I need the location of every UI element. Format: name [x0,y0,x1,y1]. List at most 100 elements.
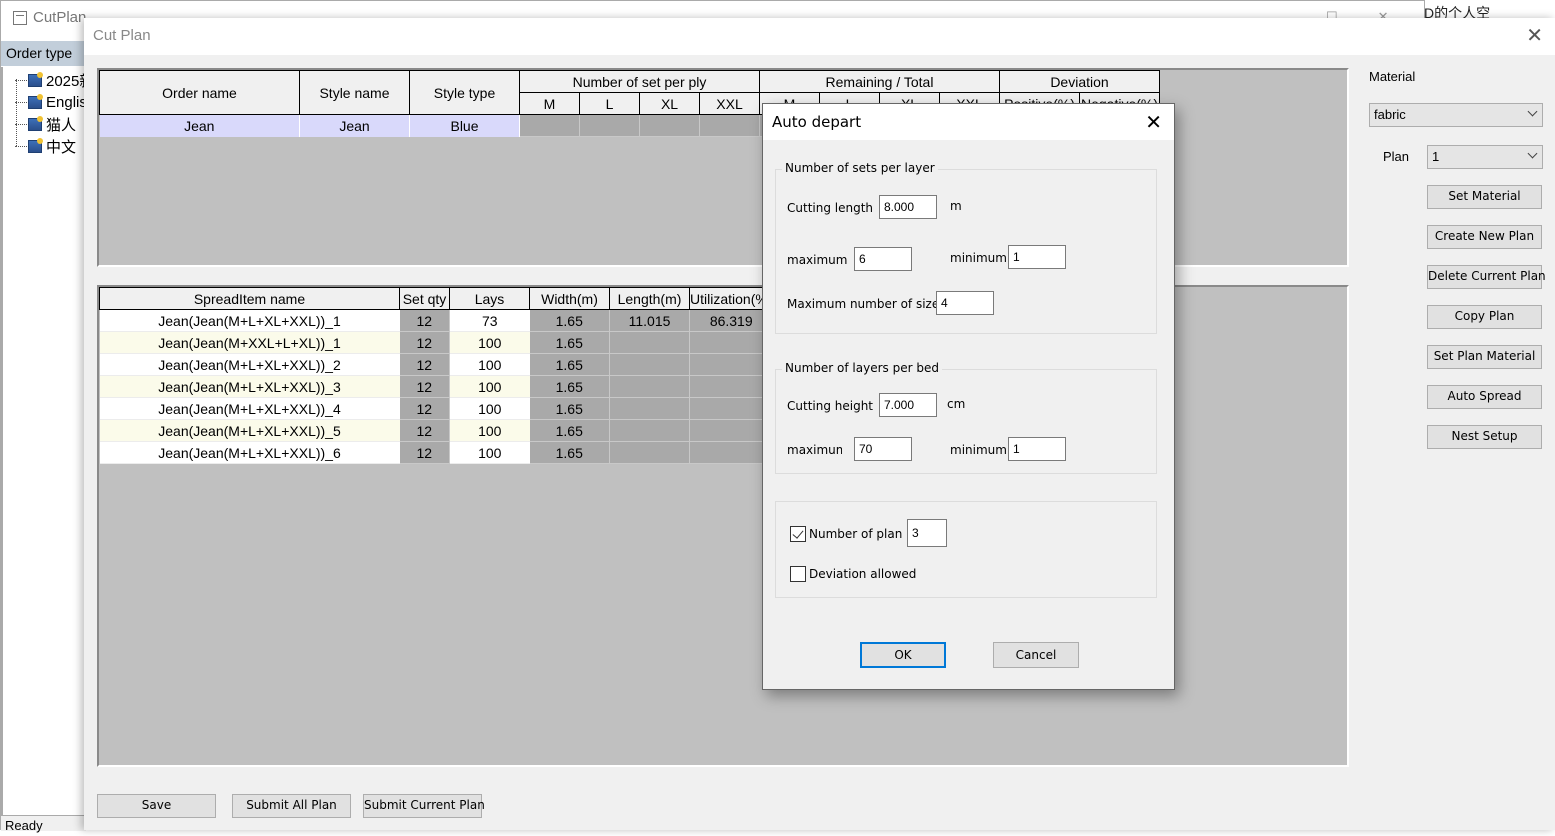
set-qty-cell[interactable]: 12 [399,441,450,464]
column-header[interactable]: Width(m) [529,287,610,310]
lays-cell[interactable]: 100 [449,397,530,420]
width-cell[interactable]: 1.65 [529,331,610,354]
layers-minimum-input[interactable] [1008,437,1066,461]
width-cell[interactable]: 1.65 [529,375,610,398]
width-cell[interactable]: 1.65 [529,353,610,376]
size-cell[interactable] [639,114,700,137]
utilization-cell[interactable] [689,397,774,420]
lays-cell[interactable]: 100 [449,375,530,398]
set-qty-cell[interactable]: 12 [399,331,450,354]
size-header[interactable]: M [519,92,580,115]
lays-cell[interactable]: 100 [449,419,530,442]
cutting-length-input[interactable] [879,195,937,219]
copy-plan-button[interactable]: Copy Plan [1427,305,1542,329]
size-cell[interactable] [699,114,760,137]
table-row[interactable]: Jean(Jean(M+L+XL+XXL))_6 12 100 1.65 [99,441,774,464]
column-header[interactable]: Set qty [399,287,450,310]
delete-current-plan-button[interactable]: Delete Current Plan [1427,265,1546,289]
cutting-height-input[interactable] [879,393,937,417]
set-plan-material-button[interactable]: Set Plan Material [1427,345,1542,369]
material-select[interactable]: fabric [1369,103,1543,127]
column-header[interactable]: Style name [299,70,410,115]
spread-name-cell[interactable]: Jean(Jean(M+L+XL+XXL))_3 [99,375,400,398]
utilization-cell[interactable]: 86.319 [689,309,774,332]
nest-setup-button[interactable]: Nest Setup [1427,425,1542,449]
plan-select[interactable]: 1 [1427,145,1543,169]
lays-cell[interactable]: 100 [449,353,530,376]
order-name-cell[interactable]: Jean [99,114,300,137]
column-header[interactable]: Number of set per ply [519,70,760,93]
spread-name-cell[interactable]: Jean(Jean(M+L+XL+XXL))_2 [99,353,400,376]
length-cell[interactable] [609,353,690,376]
set-qty-cell[interactable]: 12 [399,397,450,420]
utilization-cell[interactable] [689,353,774,376]
width-cell[interactable]: 1.65 [529,397,610,420]
column-header[interactable]: SpreadItem name [99,287,400,310]
style-name-cell[interactable]: Jean [299,114,410,137]
width-cell[interactable]: 1.65 [529,441,610,464]
tree-item[interactable]: 猫人 [15,114,76,134]
width-cell[interactable]: 1.65 [529,419,610,442]
table-row[interactable]: Jean(Jean(M+L+XL+XXL))_4 12 100 1.65 [99,397,774,420]
ok-button[interactable]: OK [860,642,946,668]
create-new-plan-button[interactable]: Create New Plan [1427,225,1542,249]
set-material-button[interactable]: Set Material [1427,185,1542,209]
submit-current-plan-button[interactable]: Submit Current Plan [363,794,485,818]
deviation-allowed-checkbox[interactable] [790,566,806,582]
utilization-cell[interactable] [689,331,774,354]
width-cell[interactable]: 1.65 [529,309,610,332]
table-row[interactable]: Jean(Jean(M+L+XL+XXL))_5 12 100 1.65 [99,419,774,442]
cancel-button[interactable]: Cancel [993,642,1079,668]
table-row[interactable]: Jean(Jean(M+L+XL+XXL))_3 12 100 1.65 [99,375,774,398]
sets-maximum-input[interactable] [854,247,912,271]
tree-item[interactable]: 2025新 [15,70,94,90]
close-icon[interactable]: ✕ [1526,26,1543,46]
size-header[interactable]: XXL [699,92,760,115]
lays-cell[interactable]: 100 [449,441,530,464]
utilization-cell[interactable] [689,419,774,442]
column-header[interactable]: Lays [449,287,530,310]
sets-minimum-input[interactable] [1008,245,1066,269]
set-qty-cell[interactable]: 12 [399,419,450,442]
lays-cell[interactable]: 100 [449,331,530,354]
utilization-cell[interactable] [689,375,774,398]
spread-name-cell[interactable]: Jean(Jean(M+L+XL+XXL))_5 [99,419,400,442]
submit-all-plan-button[interactable]: Submit All Plan [232,794,351,818]
length-cell[interactable] [609,419,690,442]
style-type-cell[interactable]: Blue [409,114,520,137]
column-header[interactable]: Order name [99,70,300,115]
number-of-plan-checkbox[interactable] [790,526,806,542]
column-header[interactable]: Remaining / Total [759,70,1000,93]
spread-name-cell[interactable]: Jean(Jean(M+L+XL+XXL))_6 [99,441,400,464]
layers-maximum-input[interactable] [854,437,912,461]
size-header[interactable]: XL [639,92,700,115]
auto-spread-button[interactable]: Auto Spread [1427,385,1542,409]
length-cell[interactable] [609,375,690,398]
table-row[interactable]: Jean(Jean(M+XXL+L+XL))_1 12 100 1.65 [99,331,774,354]
length-cell[interactable] [609,397,690,420]
save-button[interactable]: Save [97,794,216,818]
set-qty-cell[interactable]: 12 [399,375,450,398]
size-cell[interactable] [519,114,580,137]
length-cell[interactable]: 11.015 [609,309,690,332]
tree-item[interactable]: 中文 [15,136,76,156]
max-size-input[interactable] [936,291,994,315]
spread-name-cell[interactable]: Jean(Jean(M+L+XL+XXL))_1 [99,309,400,332]
number-of-plan-input[interactable] [907,519,947,547]
column-header[interactable]: Style type [409,70,520,115]
spread-name-cell[interactable]: Jean(Jean(M+XXL+L+XL))_1 [99,331,400,354]
set-qty-cell[interactable]: 12 [399,309,450,332]
set-qty-cell[interactable]: 12 [399,353,450,376]
spread-name-cell[interactable]: Jean(Jean(M+L+XL+XXL))_4 [99,397,400,420]
lays-cell[interactable]: 73 [449,309,530,332]
table-row[interactable]: Jean(Jean(M+L+XL+XXL))_2 12 100 1.65 [99,353,774,376]
column-header[interactable]: Deviation [999,70,1160,93]
size-header[interactable]: L [579,92,640,115]
utilization-cell[interactable] [689,441,774,464]
table-row[interactable]: Jean(Jean(M+L+XL+XXL))_1 12 73 1.65 11.0… [99,309,774,332]
column-header[interactable]: Length(m) [609,287,690,310]
close-icon[interactable]: ✕ [1145,110,1162,134]
column-header[interactable]: Utilization(%) [688,287,774,310]
length-cell[interactable] [609,441,690,464]
size-cell[interactable] [579,114,640,137]
